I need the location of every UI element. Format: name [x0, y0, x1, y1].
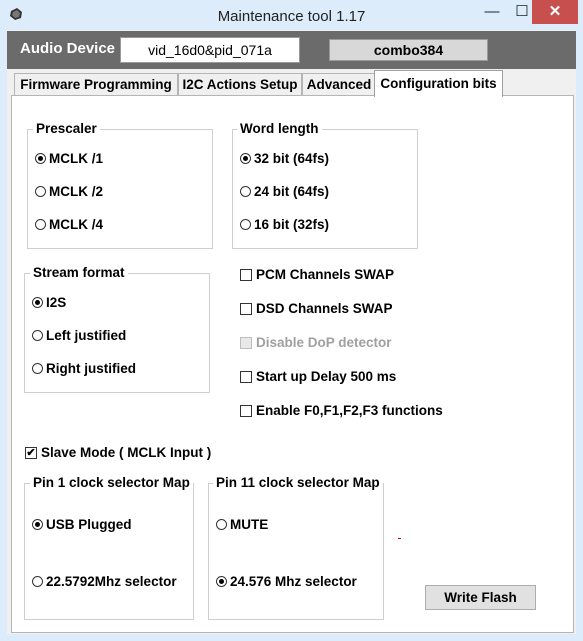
prescaler-option-mclk2[interactable]: MCLK /2	[35, 184, 103, 199]
dsd-channels-swap-checkbox[interactable]: DSD Channels SWAP	[240, 301, 393, 316]
radio-selected-icon[interactable]	[32, 297, 43, 308]
radio-icon[interactable]	[35, 186, 46, 197]
checkbox-label: Enable F0,F1,F2,F3 functions	[256, 403, 443, 418]
pin1-selector-title: Pin 1 clock selector Map	[30, 475, 193, 490]
radio-selected-icon[interactable]	[216, 576, 227, 587]
word-length-option-32bit[interactable]: 32 bit (64fs)	[240, 151, 329, 166]
startup-delay-checkbox[interactable]: Start up Delay 500 ms	[240, 369, 396, 384]
radio-icon[interactable]	[240, 219, 251, 230]
window-frame-left	[0, 30, 7, 641]
option-label: USB Plugged	[46, 517, 132, 532]
stream-format-option-right-justified[interactable]: Right justified	[32, 361, 136, 376]
radio-selected-icon[interactable]	[32, 519, 43, 530]
checkbox-label: Start up Delay 500 ms	[256, 369, 397, 384]
checkbox-label: PCM Channels SWAP	[256, 267, 395, 282]
word-length-title: Word length	[237, 121, 322, 136]
checkbox-icon[interactable]	[240, 404, 252, 417]
radio-selected-icon[interactable]	[240, 153, 251, 164]
word-length-option-24bit[interactable]: 24 bit (64fs)	[240, 184, 329, 199]
checkmark-icon[interactable]: ✔	[25, 446, 37, 459]
stream-format-option-left-justified[interactable]: Left justified	[32, 328, 126, 343]
option-label: 16 bit (32fs)	[254, 217, 330, 232]
tab-i2c-actions-setup[interactable]: I2C Actions Setup	[178, 73, 302, 96]
option-label: 22.5792Mhz selector	[46, 574, 177, 589]
option-label: MUTE	[230, 517, 269, 532]
option-label: Right justified	[46, 361, 136, 376]
pin1-option-22mhz[interactable]: 22.5792Mhz selector	[32, 574, 177, 589]
checkbox-icon[interactable]	[240, 302, 252, 315]
tab-advanced[interactable]: Advanced	[302, 73, 376, 96]
close-button[interactable]: ✕	[532, 0, 578, 24]
tab-firmware-programming[interactable]: Firmware Programming	[14, 73, 178, 96]
title-bar[interactable]: Maintenance tool 1.17 — ☐ ✕	[0, 0, 583, 30]
prescaler-title: Prescaler	[33, 121, 100, 136]
stream-format-title: Stream format	[30, 265, 128, 280]
checkbox-disabled-icon	[240, 336, 252, 349]
minimize-button[interactable]: —	[477, 0, 507, 24]
radio-selected-icon[interactable]	[35, 153, 46, 164]
option-label: Left justified	[46, 328, 127, 343]
pin11-option-mute[interactable]: MUTE	[216, 517, 268, 532]
stream-format-option-i2s[interactable]: I2S	[32, 295, 66, 310]
prescaler-option-mclk1[interactable]: MCLK /1	[35, 151, 103, 166]
pin1-option-usb-plugged[interactable]: USB Plugged	[32, 517, 132, 532]
vid-pid-field[interactable]: vid_16d0&pid_071a	[120, 37, 300, 63]
option-label: I2S	[46, 295, 67, 310]
pin11-option-24mhz[interactable]: 24.576 Mhz selector	[216, 574, 357, 589]
option-label: 24.576 Mhz selector	[230, 574, 357, 589]
tab-configuration-bits[interactable]: Configuration bits	[374, 70, 503, 97]
checkbox-label: Slave Mode ( MCLK Input )	[41, 445, 212, 460]
enable-f-functions-checkbox[interactable]: Enable F0,F1,F2,F3 functions	[240, 403, 443, 418]
checkbox-label: DSD Channels SWAP	[256, 301, 393, 316]
window-frame-right	[576, 30, 583, 641]
pin1-selector-group	[24, 483, 194, 620]
option-label: 24 bit (64fs)	[254, 184, 330, 199]
word-length-option-16bit[interactable]: 16 bit (32fs)	[240, 217, 329, 232]
write-flash-button[interactable]: Write Flash	[425, 585, 536, 610]
radio-icon[interactable]	[32, 330, 43, 341]
disable-dop-detector-checkbox: Disable DoP detector	[240, 335, 392, 350]
prescaler-option-mclk4[interactable]: MCLK /4	[35, 217, 103, 232]
pcm-channels-swap-checkbox[interactable]: PCM Channels SWAP	[240, 267, 394, 282]
checkbox-icon[interactable]	[240, 268, 252, 281]
radio-icon[interactable]	[35, 219, 46, 230]
radio-icon[interactable]	[216, 519, 227, 530]
slave-mode-checkbox[interactable]: ✔ Slave Mode ( MCLK Input )	[25, 445, 211, 460]
checkbox-label: Disable DoP detector	[256, 335, 392, 350]
option-label: MCLK /2	[49, 184, 103, 199]
radio-icon[interactable]	[32, 576, 43, 587]
radio-icon[interactable]	[240, 186, 251, 197]
audio-device-label: Audio Device	[20, 40, 116, 57]
app-window: Maintenance tool 1.17 — ☐ ✕ Audio Device…	[0, 0, 583, 641]
pin11-selector-group	[208, 483, 384, 620]
option-label: MCLK /1	[49, 151, 103, 166]
red-mark	[398, 538, 401, 539]
option-label: 32 bit (64fs)	[254, 151, 330, 166]
checkbox-icon[interactable]	[240, 370, 252, 383]
radio-icon[interactable]	[32, 363, 43, 374]
pin11-selector-title: Pin 11 clock selector Map	[213, 475, 383, 490]
device-name-field: combo384	[329, 39, 488, 61]
option-label: MCLK /4	[49, 217, 103, 232]
